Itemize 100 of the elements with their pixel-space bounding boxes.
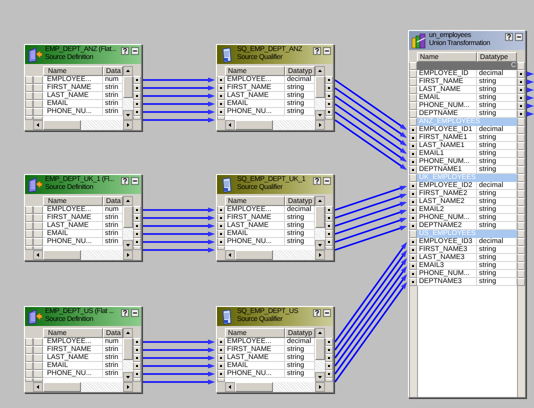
scroll-thumb[interactable] — [315, 338, 325, 360]
scroll-thumb[interactable] — [315, 76, 325, 98]
row-selector-cell[interactable] — [33, 338, 43, 346]
port-cell[interactable] — [409, 238, 417, 246]
port-cell[interactable] — [517, 182, 525, 190]
port-cell[interactable] — [217, 206, 225, 214]
minimize-icon[interactable] — [323, 309, 331, 317]
port-cell[interactable] — [409, 150, 417, 158]
port-cell[interactable] — [409, 86, 417, 94]
port-cell[interactable] — [133, 230, 141, 238]
port-cell[interactable] — [409, 190, 417, 198]
port-cell[interactable] — [409, 118, 417, 126]
scroll-down-icon[interactable] — [315, 110, 325, 120]
help-icon[interactable] — [313, 177, 321, 185]
scroll-thumb[interactable] — [123, 206, 133, 228]
port-cell[interactable] — [517, 214, 525, 222]
row-selector-cell[interactable] — [33, 116, 43, 120]
port-cell[interactable] — [409, 174, 417, 182]
port-cell[interactable] — [25, 206, 33, 214]
port-cell[interactable] — [217, 222, 225, 230]
port-cell[interactable] — [325, 92, 333, 100]
port-cell[interactable] — [217, 92, 225, 100]
scroll-left-icon[interactable] — [225, 250, 235, 260]
vertical-scrollbar[interactable] — [123, 328, 133, 382]
port-cell[interactable] — [217, 76, 225, 84]
port-cell[interactable] — [25, 108, 33, 116]
port-cell[interactable] — [409, 230, 417, 238]
help-icon[interactable] — [313, 309, 321, 317]
scroll-down-icon[interactable] — [123, 240, 133, 250]
help-icon[interactable] — [121, 309, 129, 317]
port-cell[interactable] — [133, 206, 141, 214]
port-cell[interactable] — [325, 338, 333, 346]
port-cell[interactable] — [517, 62, 525, 70]
port-cell[interactable] — [133, 378, 141, 382]
horizontal-scrollbar[interactable] — [225, 250, 325, 260]
port-cell[interactable] — [217, 214, 225, 222]
port-cell[interactable] — [25, 222, 33, 230]
port-cell[interactable] — [517, 254, 525, 262]
scroll-up-icon[interactable] — [315, 196, 325, 206]
port-cell[interactable] — [25, 354, 33, 362]
horizontal-scrollbar[interactable] — [33, 382, 133, 392]
row-selector-cell[interactable] — [33, 230, 43, 238]
port-cell[interactable] — [409, 246, 417, 254]
port-cell[interactable] — [217, 346, 225, 354]
scroll-thumb[interactable] — [43, 382, 81, 392]
port-cell[interactable] — [133, 238, 141, 246]
port-cell[interactable] — [517, 270, 525, 278]
scroll-thumb[interactable] — [123, 76, 133, 98]
port-cell[interactable] — [217, 230, 225, 238]
port-cell[interactable] — [409, 182, 417, 190]
row-selector-cell[interactable] — [33, 222, 43, 230]
scroll-thumb[interactable] — [123, 338, 133, 360]
port-cell[interactable] — [325, 76, 333, 84]
vertical-scrollbar[interactable] — [315, 328, 325, 382]
port-cell[interactable] — [517, 278, 525, 286]
port-cell[interactable] — [25, 100, 33, 108]
row-selector-cell[interactable] — [33, 378, 43, 382]
scroll-up-icon[interactable] — [123, 328, 133, 338]
row-selector-cell[interactable] — [33, 354, 43, 362]
row-selector-cell[interactable] — [33, 84, 43, 92]
scroll-left-icon[interactable] — [33, 382, 43, 392]
port-cell[interactable] — [217, 84, 225, 92]
scroll-right-icon[interactable] — [315, 250, 325, 260]
port-cell[interactable] — [325, 84, 333, 92]
port-cell[interactable] — [133, 354, 141, 362]
port-cell[interactable] — [409, 166, 417, 174]
port-cell[interactable] — [409, 110, 417, 118]
port-cell[interactable] — [133, 222, 141, 230]
help-icon[interactable] — [313, 47, 321, 55]
vertical-scrollbar[interactable] — [315, 66, 325, 120]
port-cell[interactable] — [25, 238, 33, 246]
row-selector-cell[interactable] — [33, 92, 43, 100]
horizontal-scrollbar[interactable] — [33, 250, 133, 260]
scroll-down-icon[interactable] — [315, 240, 325, 250]
port-cell[interactable] — [217, 362, 225, 370]
port-cell[interactable] — [325, 230, 333, 238]
port-cell[interactable] — [133, 362, 141, 370]
port-cell[interactable] — [133, 214, 141, 222]
port-cell[interactable] — [517, 70, 525, 78]
scroll-up-icon[interactable] — [123, 196, 133, 206]
port-cell[interactable] — [217, 378, 225, 382]
port-cell[interactable] — [25, 378, 33, 382]
scroll-right-icon[interactable] — [123, 120, 133, 130]
port-cell[interactable] — [133, 346, 141, 354]
port-cell[interactable] — [409, 94, 417, 102]
port-cell[interactable] — [517, 110, 525, 118]
port-cell[interactable] — [217, 354, 225, 362]
scroll-left-icon[interactable] — [225, 120, 235, 130]
port-cell[interactable] — [25, 84, 33, 92]
scroll-right-icon[interactable] — [315, 120, 325, 130]
port-cell[interactable] — [517, 238, 525, 246]
scroll-down-icon[interactable] — [123, 110, 133, 120]
scroll-thumb[interactable] — [235, 382, 273, 392]
scroll-left-icon[interactable] — [33, 120, 43, 130]
row-selector-cell[interactable] — [33, 246, 43, 250]
port-cell[interactable] — [517, 78, 525, 86]
port-cell[interactable] — [517, 158, 525, 166]
row-selector-cell[interactable] — [33, 370, 43, 378]
port-cell[interactable] — [517, 262, 525, 270]
port-cell[interactable] — [409, 70, 417, 78]
